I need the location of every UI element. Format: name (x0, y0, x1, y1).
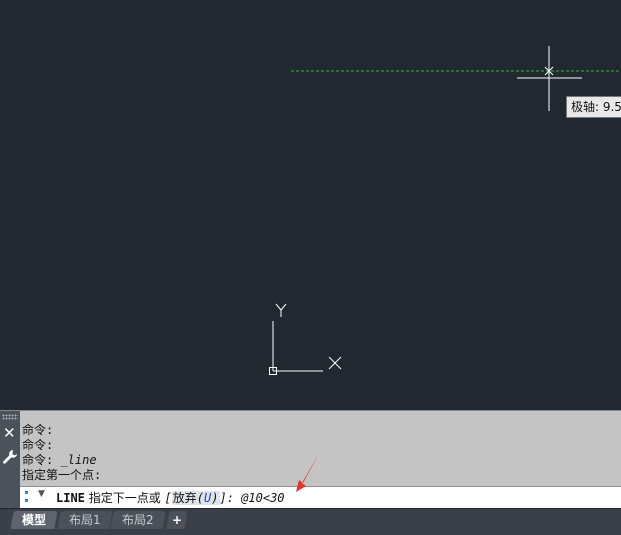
tab-layout1[interactable]: 布局1 (57, 511, 113, 529)
ucs-icon (269, 303, 342, 375)
input-value[interactable]: @10<30 (241, 491, 284, 505)
close-icon[interactable]: ✕ (3, 425, 16, 441)
option-paren: ( (196, 491, 205, 505)
chevron-down-icon[interactable]: ▼ (38, 489, 45, 499)
wrench-icon[interactable] (2, 449, 18, 469)
history-line: 命令: _line (22, 453, 612, 468)
history-command: _line (60, 453, 97, 467)
option-undo[interactable]: 放弃(U) (171, 491, 220, 505)
command-prompt: LINE 指定下一点或 [放弃(U)]: @10<30 (56, 490, 285, 506)
add-layout-button[interactable]: + (166, 511, 188, 529)
indicator-icon (25, 499, 28, 502)
history-line: 指定第一个点: (22, 468, 102, 482)
history-prefix: 命令: (22, 453, 61, 467)
command-history: 命令: 命令: 命令: _line 指定第一个点: (22, 423, 612, 483)
history-line: 命令: (22, 423, 54, 437)
option-label: 放弃 (172, 491, 197, 505)
command-line-panel: ✕ 命令: 命令: 命令: _line 指定第一个点: ▼ LINE 指定下一点… (0, 410, 621, 509)
command-grip[interactable]: ✕ (0, 411, 20, 509)
drag-handle[interactable] (2, 414, 18, 420)
polar-tooltip: 极轴: 9.55 (566, 96, 621, 118)
command-input[interactable]: ▼ LINE 指定下一点或 [放弃(U)]: @10<30 (20, 486, 621, 509)
prompt-keyword: LINE (56, 491, 85, 505)
drawing-canvas[interactable]: YX 极轴: 9.55 Y X (0, 0, 621, 410)
option-bracket: ]: (219, 491, 242, 505)
add-icon: + (171, 513, 183, 527)
option-bracket: [ (164, 491, 172, 505)
layout-tab-bar: 模型 布局1 布局2 + (0, 508, 621, 535)
canvas-graphics: YX (269, 46, 621, 375)
indicator-icon (25, 491, 28, 494)
tab-layout2[interactable]: 布局2 (110, 511, 166, 529)
tab-label: 布局1 (69, 513, 101, 527)
prompt-text: 指定下一点或 (84, 491, 165, 505)
tab-label: 模型 (22, 513, 47, 527)
tab-label: 布局2 (122, 513, 154, 527)
tab-model[interactable]: 模型 (10, 511, 58, 529)
history-line: 命令: (22, 438, 54, 452)
option-paren: ) (211, 491, 219, 505)
